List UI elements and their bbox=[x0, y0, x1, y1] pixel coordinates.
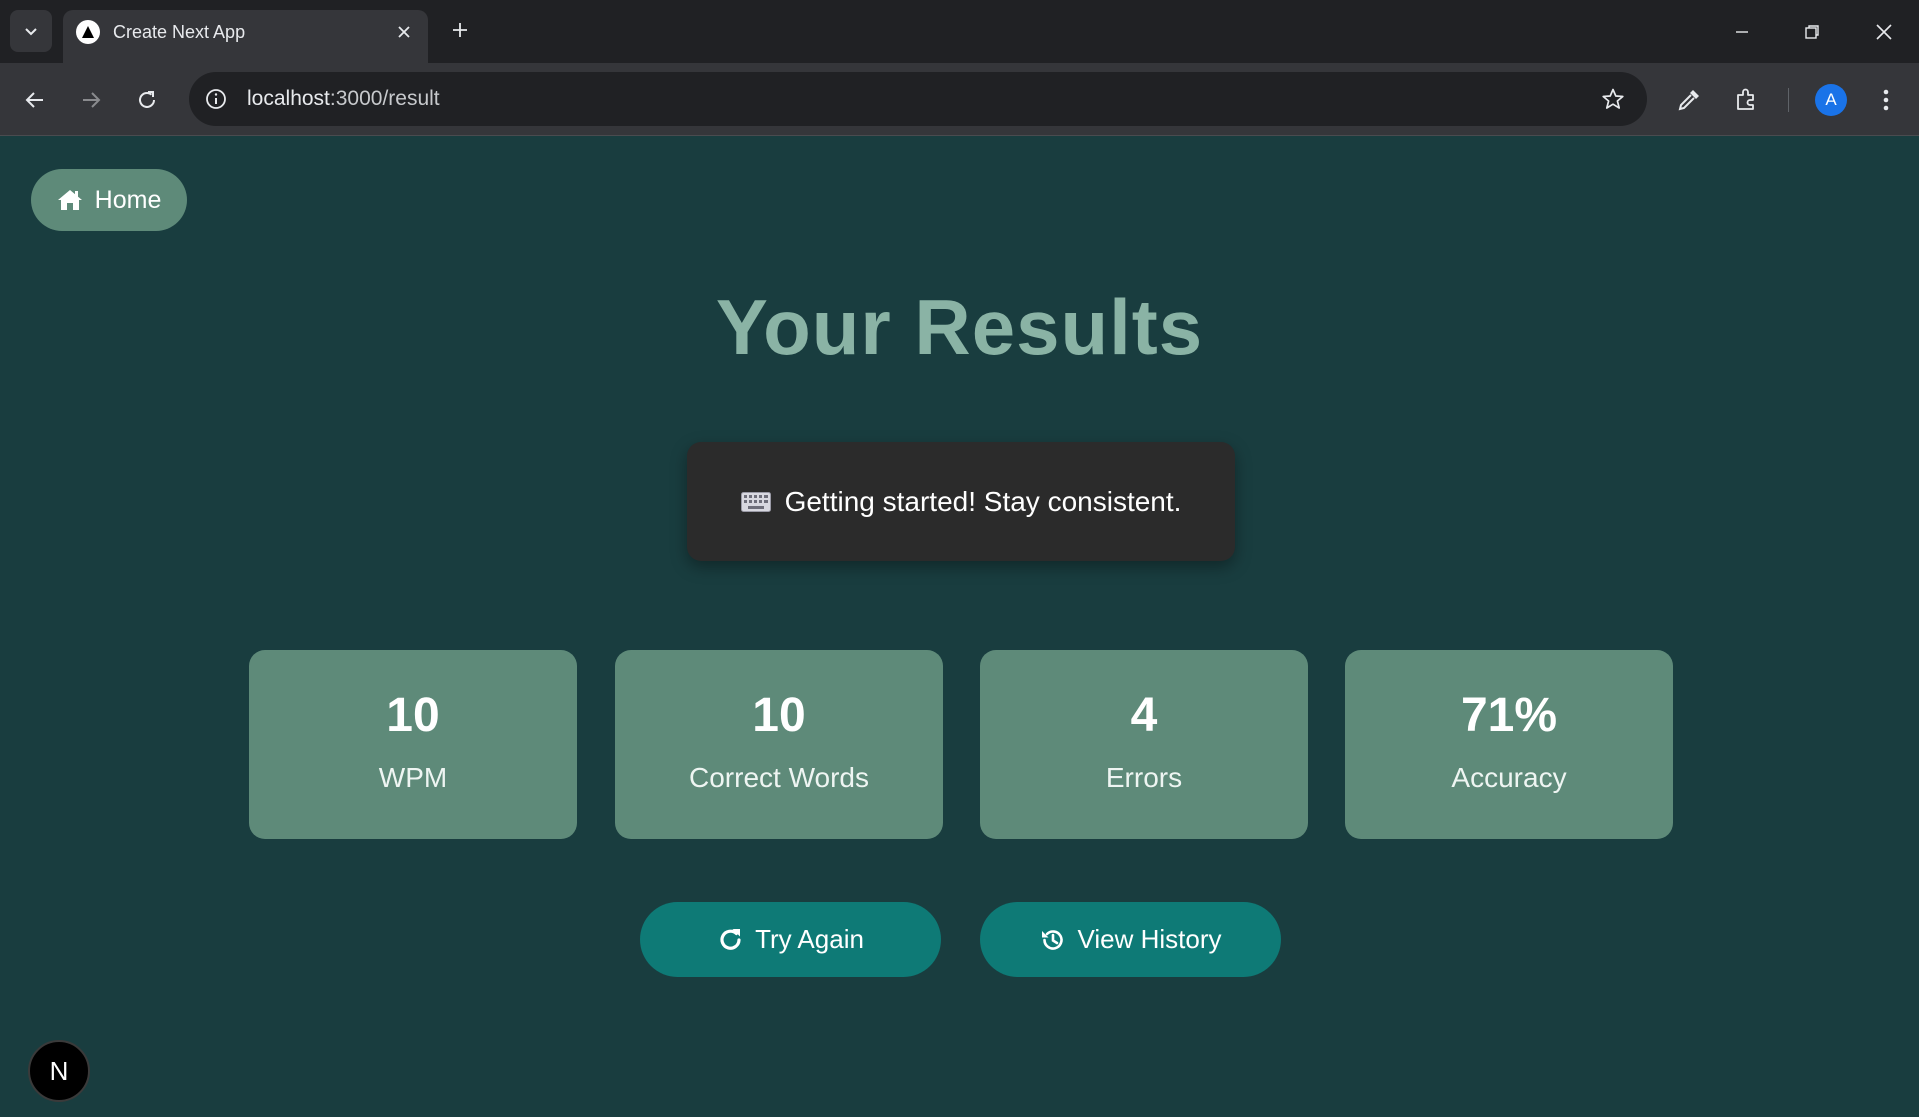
toolbar-separator bbox=[1788, 88, 1789, 112]
keyboard-icon bbox=[740, 491, 771, 512]
home-icon bbox=[57, 190, 82, 210]
history-icon bbox=[1042, 929, 1064, 950]
minimize-icon[interactable] bbox=[1707, 0, 1777, 63]
browser-tabstrip: Create Next App bbox=[0, 0, 1919, 63]
site-info-icon[interactable] bbox=[201, 84, 231, 114]
tab-title: Create Next App bbox=[113, 22, 246, 42]
url-host: localhost bbox=[247, 87, 330, 110]
url-path: :3000/result bbox=[329, 87, 440, 110]
stat-card-correct-words: 10 Correct Words bbox=[615, 650, 943, 839]
stat-value: 71% bbox=[1460, 689, 1558, 742]
restore-icon[interactable] bbox=[1777, 0, 1847, 63]
try-again-button[interactable]: Try Again bbox=[640, 902, 941, 977]
stat-value: 4 bbox=[1130, 689, 1158, 742]
bookmark-star-icon[interactable] bbox=[1599, 85, 1627, 113]
close-window-icon[interactable] bbox=[1849, 0, 1919, 63]
extensions-puzzle-icon[interactable] bbox=[1728, 82, 1764, 118]
home-button-label: Home bbox=[94, 185, 162, 214]
new-tab-plus-icon[interactable] bbox=[444, 14, 476, 46]
stat-value: 10 bbox=[386, 689, 440, 742]
stat-card-accuracy: 71% Accuracy bbox=[1345, 650, 1673, 839]
nextjs-dev-tools-button[interactable]: N bbox=[28, 1040, 90, 1102]
feedback-message-card: Getting started! Stay consistent. bbox=[687, 442, 1235, 561]
stat-value: 10 bbox=[752, 689, 806, 742]
feedback-message-text: Getting started! Stay consistent. bbox=[784, 485, 1182, 517]
stat-card-errors: 4 Errors bbox=[980, 650, 1308, 839]
stat-card-wpm: 10 WPM bbox=[249, 650, 577, 839]
nextjs-favicon-icon bbox=[76, 20, 100, 44]
browser-tab[interactable]: Create Next App bbox=[63, 10, 428, 63]
more-menu-icon[interactable] bbox=[1868, 82, 1904, 118]
tab-close-icon[interactable] bbox=[390, 18, 418, 46]
view-history-label: View History bbox=[1077, 924, 1222, 954]
browser-toolbar: localhost:3000/result A bbox=[0, 63, 1919, 136]
profile-avatar[interactable]: A bbox=[1815, 84, 1847, 116]
page-title: Your Results bbox=[715, 283, 1204, 371]
stat-label: WPM bbox=[378, 762, 448, 793]
url-text: localhost:3000/result bbox=[247, 87, 440, 111]
tab-search-button[interactable] bbox=[10, 10, 52, 52]
chevron-down-icon bbox=[25, 28, 37, 36]
nextjs-logo-icon: N bbox=[49, 1055, 69, 1086]
back-arrow-icon[interactable] bbox=[16, 81, 54, 119]
eyedropper-extension-icon[interactable] bbox=[1671, 82, 1707, 118]
stat-label: Accuracy bbox=[1451, 762, 1567, 793]
reload-icon[interactable] bbox=[128, 81, 166, 119]
stat-label: Correct Words bbox=[689, 762, 869, 793]
home-button[interactable]: Home bbox=[31, 169, 187, 231]
try-again-label: Try Again bbox=[755, 924, 864, 954]
stat-label: Errors bbox=[1105, 762, 1183, 793]
view-history-button[interactable]: View History bbox=[980, 902, 1281, 977]
redo-icon bbox=[720, 928, 741, 950]
forward-arrow-icon[interactable] bbox=[72, 81, 110, 119]
address-bar[interactable]: localhost:3000/result bbox=[189, 72, 1647, 126]
